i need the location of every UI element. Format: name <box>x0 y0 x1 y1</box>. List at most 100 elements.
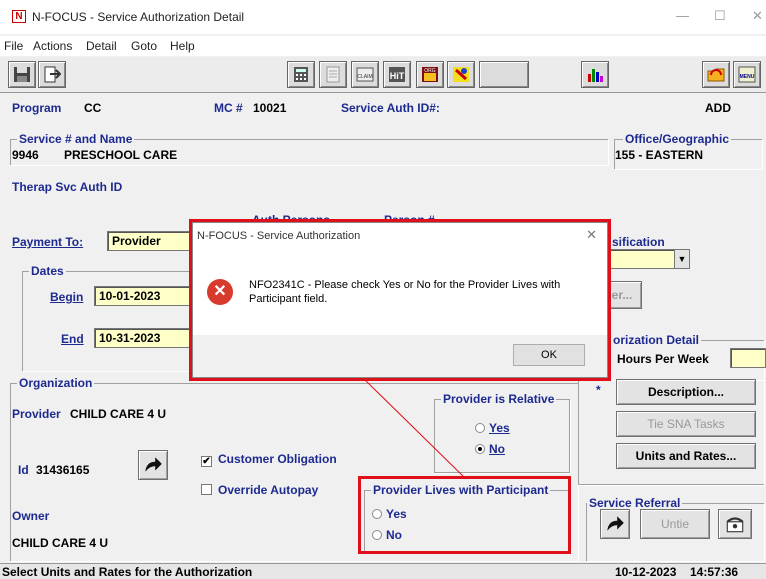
mc-label: MC # <box>214 101 243 115</box>
begin-date-field[interactable]: 10-01-2023 <box>94 286 194 306</box>
notes-icon <box>326 66 340 83</box>
close-window-button[interactable]: ✕ <box>752 8 763 24</box>
id-value: 31436165 <box>36 463 90 477</box>
status-time: 14:57:36 <box>690 565 739 579</box>
highlight-lives-with-box <box>358 476 571 554</box>
mc-value: 10021 <box>253 101 287 115</box>
org-icon: ORG <box>422 67 438 82</box>
provider-lookup-button[interactable] <box>138 450 168 480</box>
color-button[interactable] <box>447 61 475 88</box>
begin-label: Begin <box>50 290 84 304</box>
maximize-button[interactable]: ☐ <box>714 8 726 24</box>
dates-legend: Dates <box>29 264 66 278</box>
status-bar: Select Units and Rates for the Authoriza… <box>0 563 766 579</box>
menu-bar: File Actions Detail Goto Help <box>0 36 766 56</box>
hit-button[interactable]: HiT <box>383 61 411 88</box>
menu-icon-text: MENU <box>740 74 755 80</box>
menu-actions[interactable]: Actions <box>33 39 72 53</box>
menu-file[interactable]: File <box>4 39 23 53</box>
menu-goto[interactable]: Goto <box>131 39 157 53</box>
payment-to-field[interactable]: Provider <box>107 231 193 251</box>
hit-icon-text: HiT <box>390 71 405 81</box>
arrow-right-icon <box>145 457 162 472</box>
auth-detail-legend: orization Detail <box>611 333 702 347</box>
provider-value: CHILD CARE 4 U <box>70 407 167 421</box>
status-date: 10-12-2023 <box>615 565 677 579</box>
owner-value: CHILD CARE 4 U <box>12 536 109 550</box>
chart-button[interactable] <box>581 61 609 88</box>
hours-per-week-field[interactable] <box>730 348 766 368</box>
claim-icon: CLAIM <box>356 67 374 82</box>
dialog-footer: OK <box>193 335 607 377</box>
color-icon <box>453 67 469 82</box>
minimize-button[interactable]: — <box>676 8 689 23</box>
save-button[interactable] <box>8 61 36 88</box>
required-asterisk: * <box>596 383 601 397</box>
hours-per-week-label: Hours Per Week <box>617 352 709 366</box>
end-date-field[interactable]: 10-31-2023 <box>94 328 194 348</box>
referral-link-button[interactable] <box>600 509 630 539</box>
hit-icon: HiT <box>389 67 405 82</box>
untie-button[interactable]: Untie <box>640 509 710 539</box>
customer-obligation-label: Customer Obligation <box>218 452 337 466</box>
menu-detail[interactable]: Detail <box>86 39 117 53</box>
nfocus-logo-icon: N <box>12 10 26 23</box>
relative-no-label: No <box>489 442 505 456</box>
menu-button[interactable]: MENU <box>733 61 761 88</box>
notes-button[interactable] <box>319 61 347 88</box>
office-value: 155 - EASTERN <box>615 148 704 162</box>
chart-icon <box>588 69 603 82</box>
arrow-right-icon <box>607 516 624 531</box>
blank-tool-button[interactable] <box>479 61 529 88</box>
provider-relative-group: Provider is Relative <box>434 392 570 473</box>
office-legend: Office/Geographic <box>623 132 732 146</box>
check-icon: ✔ <box>201 456 212 467</box>
status-message: Select Units and Rates for the Authoriza… <box>2 565 253 579</box>
provider-relative-legend: Provider is Relative <box>441 392 557 406</box>
id-label: Id <box>18 463 29 477</box>
units-and-rates-button[interactable]: Units and Rates... <box>616 443 756 469</box>
override-autopay-checkbox[interactable]: Override Autopay <box>201 483 318 497</box>
error-icon: ✕ <box>207 279 233 305</box>
window-title: N-FOCUS - Service Authorization Detail <box>32 10 245 24</box>
org-icon-text: ORG <box>424 68 436 74</box>
ok-button[interactable]: OK <box>513 344 585 366</box>
folder-icon <box>707 68 725 82</box>
organization-legend: Organization <box>17 376 95 390</box>
program-label: Program <box>12 101 62 115</box>
dialog-close-button[interactable]: ✕ <box>586 227 597 243</box>
program-value: CC <box>84 101 102 115</box>
error-dialog: N-FOCUS - Service Authorization ✕ ✕ NFO2… <box>192 222 608 378</box>
exit-icon <box>44 66 61 83</box>
claim-icon-text: CLAIM <box>357 74 372 80</box>
owner-label: Owner <box>12 509 50 523</box>
exit-button[interactable] <box>38 61 66 88</box>
menu-icon: MENU <box>738 66 756 83</box>
service-name: PRESCHOOL CARE <box>64 148 178 162</box>
claim-button[interactable]: CLAIM <box>351 61 379 88</box>
classification-dropdown[interactable]: ▼ <box>608 249 690 269</box>
classification-label: sification <box>612 235 665 249</box>
dialog-message: NFO2341C - Please check Yes or No for th… <box>249 279 561 305</box>
relative-yes-label: Yes <box>489 421 510 435</box>
calculator-button[interactable] <box>287 61 315 88</box>
phone-button[interactable] <box>718 509 752 539</box>
end-label: End <box>61 332 84 346</box>
menu-help[interactable]: Help <box>170 39 195 53</box>
service-auth-id-label: Service Auth ID#: <box>341 101 440 115</box>
dialog-title: N-FOCUS - Service Authorization <box>197 230 361 242</box>
folder-button[interactable] <box>702 61 730 88</box>
tie-sna-tasks-button[interactable]: Tie SNA Tasks <box>616 411 756 437</box>
service-legend: Service # and Name <box>17 132 135 146</box>
calculator-icon <box>294 67 308 82</box>
relative-yes-radio[interactable]: Yes <box>475 421 510 435</box>
customer-obligation-checkbox[interactable]: ✔ Customer Obligation <box>201 452 337 467</box>
description-button[interactable]: Description... <box>616 379 756 405</box>
payment-to-label: Payment To: <box>12 235 84 249</box>
title-bar: N N-FOCUS - Service Authorization Detail… <box>0 0 766 34</box>
app-window: N N-FOCUS - Service Authorization Detail… <box>0 0 766 579</box>
relative-no-radio[interactable]: No <box>475 442 505 456</box>
toolbar: CLAIM HiT ORG MENU <box>0 57 766 93</box>
mode-indicator: ADD <box>705 101 731 115</box>
org-button[interactable]: ORG <box>416 61 444 88</box>
